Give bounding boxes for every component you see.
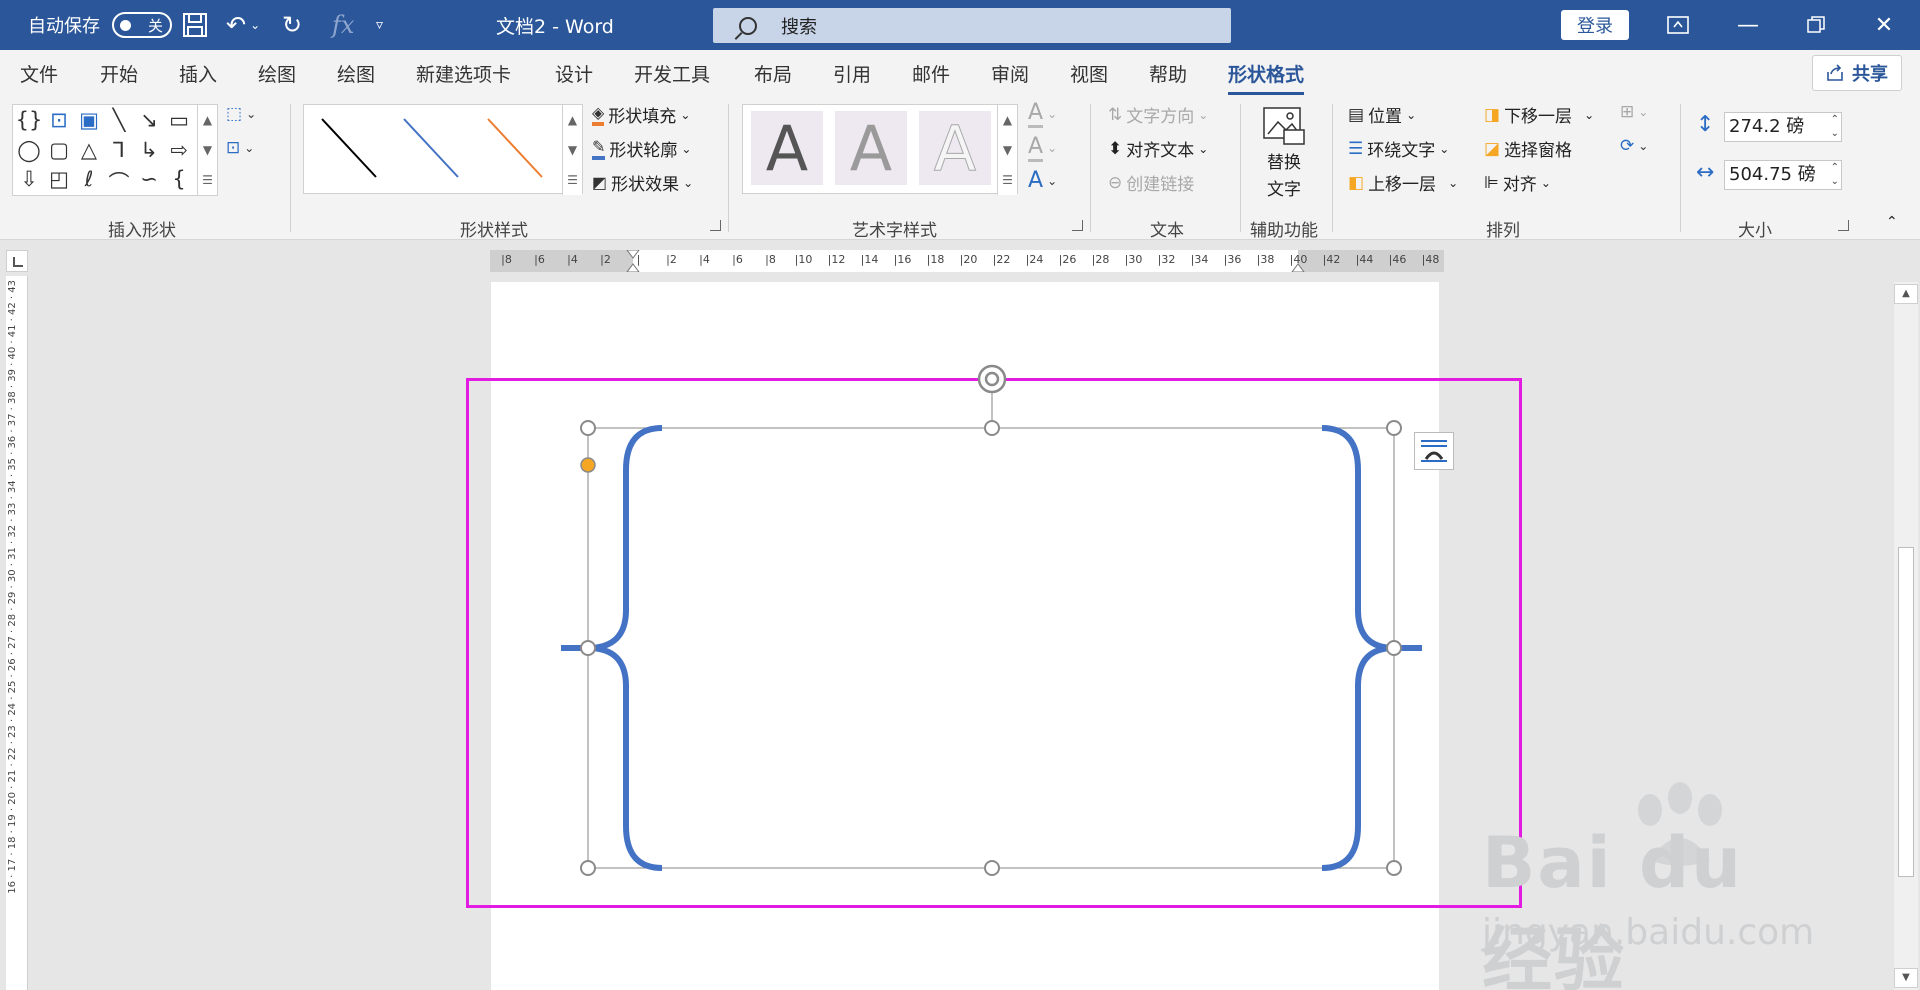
baidu-watermark: Bai du 经验 jingyan.baidu.com: [1470, 780, 1830, 990]
resize-handle-right[interactable]: [1386, 640, 1402, 656]
layout-options-button[interactable]: [1414, 432, 1454, 470]
scroll-down-icon[interactable]: ▼: [1894, 968, 1918, 988]
resize-handle-bottom-right[interactable]: [1386, 860, 1402, 876]
scroll-thumb[interactable]: [1898, 547, 1914, 877]
watermark-main-text: Bai du 经验: [1482, 822, 1743, 990]
scroll-up-icon[interactable]: ▲: [1894, 284, 1918, 304]
resize-handle-left[interactable]: [580, 640, 596, 656]
right-brace[interactable]: [1321, 425, 1395, 871]
resize-handle-top-left[interactable]: [580, 420, 596, 436]
resize-handle-top-right[interactable]: [1386, 420, 1402, 436]
adjust-handle[interactable]: [580, 457, 596, 473]
resize-handle-bottom[interactable]: [984, 860, 1000, 876]
rotate-handle-icon[interactable]: [977, 364, 1007, 394]
resize-handle-top[interactable]: [984, 420, 1000, 436]
shape-bounding-box: [587, 427, 1395, 869]
resize-handle-bottom-left[interactable]: [580, 860, 596, 876]
left-brace[interactable]: [587, 425, 663, 871]
watermark-url: jingyan.baidu.com: [1482, 912, 1815, 953]
layout-options-icon: [1421, 440, 1447, 462]
vertical-scrollbar[interactable]: ▲ ▼: [1894, 282, 1918, 990]
